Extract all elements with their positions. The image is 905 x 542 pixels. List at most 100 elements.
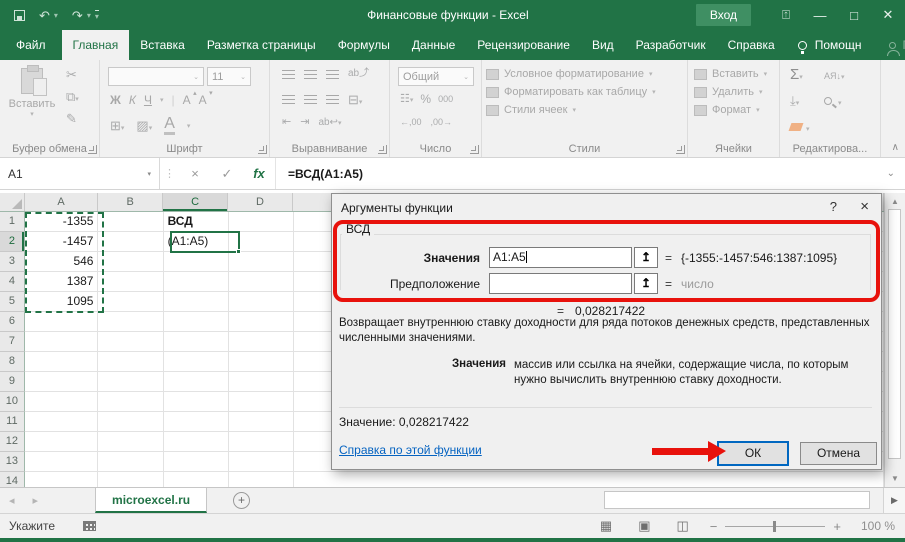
zoom-level[interactable]: 100 % (849, 519, 895, 533)
sign-in-button[interactable]: Вход (696, 4, 751, 26)
zoom-out-icon[interactable]: − (702, 519, 726, 534)
copy-icon[interactable]: ⧉▾ (66, 90, 79, 103)
autosum-button[interactable]: Σ▾ (790, 66, 824, 84)
wrap-text-icon[interactable]: ab↩▾ (318, 118, 341, 128)
cell-C6[interactable] (164, 312, 229, 332)
format-painter-icon[interactable]: ✎ (66, 112, 77, 125)
column-header-C[interactable]: C (163, 193, 228, 211)
cell-A4[interactable]: 1387 (25, 272, 99, 292)
cell-A1[interactable]: -1355 (25, 212, 99, 232)
cell-C9[interactable] (164, 372, 229, 392)
cell-B9[interactable] (98, 372, 163, 392)
tab-developer[interactable]: Разработчик (625, 30, 717, 60)
name-box[interactable]: A1 ▾ (0, 158, 160, 189)
cell-D7[interactable] (229, 332, 294, 352)
vertical-scrollbar-thumb[interactable] (888, 209, 901, 459)
tab-formulas[interactable]: Формулы (327, 30, 401, 60)
number-dialog-launcher-icon[interactable] (470, 145, 479, 154)
align-bottom-icon[interactable] (326, 70, 339, 79)
align-left-icon[interactable] (282, 95, 295, 104)
cell-D14[interactable] (229, 472, 294, 487)
cell-A13[interactable] (25, 452, 99, 472)
cell-C14[interactable] (164, 472, 229, 487)
cell-A2[interactable]: -1457 (25, 232, 99, 252)
confirm-entry-icon[interactable]: ✓ (211, 166, 243, 182)
row-header-14[interactable]: 14 (0, 472, 25, 487)
values-arg-input[interactable]: A1:A5 (489, 247, 632, 268)
cell-D9[interactable] (229, 372, 294, 392)
cell-C12[interactable] (164, 432, 229, 452)
italic-button[interactable]: К (129, 93, 136, 107)
page-layout-view-icon[interactable]: ▣ (625, 518, 663, 534)
tab-insert[interactable]: Вставка (129, 30, 196, 60)
values-range-picker-icon[interactable]: ↥ (634, 247, 658, 268)
qat-customize-icon[interactable]: ▾ (95, 10, 99, 21)
cell-D12[interactable] (229, 432, 294, 452)
font-name-combo[interactable]: ⌄ (108, 67, 204, 86)
row-header-4[interactable]: 4 (0, 272, 25, 292)
zoom-in-icon[interactable]: + (825, 519, 849, 534)
cell-B8[interactable] (98, 352, 163, 372)
grow-font-button[interactable]: А▴ (183, 93, 191, 107)
cell-B6[interactable] (98, 312, 163, 332)
cancel-entry-icon[interactable]: × (179, 166, 211, 181)
row-header-5[interactable]: 5 (0, 292, 25, 312)
normal-view-icon[interactable]: ▦ (587, 518, 625, 534)
cell-D8[interactable] (229, 352, 294, 372)
merge-center-icon[interactable]: ⊟▾ (348, 93, 362, 106)
cell-B3[interactable] (98, 252, 163, 272)
cell-A8[interactable] (25, 352, 99, 372)
cell-D10[interactable] (229, 392, 294, 412)
sheet-prev-icon[interactable]: ◂ (0, 488, 24, 513)
redo-icon[interactable]: ↷ (72, 9, 83, 22)
align-top-icon[interactable] (282, 70, 295, 79)
styles-dialog-launcher-icon[interactable] (676, 145, 685, 154)
cell-C7[interactable] (164, 332, 229, 352)
insert-function-icon[interactable]: fx (243, 166, 275, 181)
cell-A11[interactable] (25, 412, 99, 432)
align-center-icon[interactable] (304, 95, 317, 104)
find-select-button[interactable]: ▾ (824, 92, 854, 110)
row-header-11[interactable]: 11 (0, 412, 25, 432)
cell-A5[interactable]: 1095 (25, 292, 99, 312)
scroll-up-icon[interactable]: ▲ (885, 197, 905, 206)
ok-button[interactable]: ОК (717, 441, 789, 466)
percent-style-button[interactable]: % (420, 93, 431, 105)
cell-D11[interactable] (229, 412, 294, 432)
cell-D4[interactable] (229, 272, 294, 292)
cell-A10[interactable] (25, 392, 99, 412)
tab-page-layout[interactable]: Разметка страницы (196, 30, 327, 60)
cell-B5[interactable] (98, 292, 163, 312)
align-middle-icon[interactable] (304, 70, 317, 79)
expand-formula-bar-icon[interactable]: ⌄ (887, 168, 905, 179)
insert-cells-button[interactable]: Вставить ▾ (688, 65, 779, 83)
orientation-icon[interactable]: ab⤴ (348, 69, 369, 79)
increase-decimal-icon[interactable]: ←,00 (400, 118, 422, 127)
guess-range-picker-icon[interactable]: ↥ (634, 273, 658, 294)
decrease-indent-icon[interactable]: ⇤ (282, 117, 291, 128)
font-size-combo[interactable]: 11⌄ (207, 67, 251, 86)
cell-A14[interactable] (25, 472, 99, 487)
cell-C1[interactable]: ВСД (164, 212, 229, 232)
row-header-10[interactable]: 10 (0, 392, 25, 412)
decrease-decimal-icon[interactable]: ,00→ (431, 118, 453, 127)
cell-D13[interactable] (229, 452, 294, 472)
column-header-A[interactable]: A (25, 193, 98, 211)
macro-record-icon[interactable] (83, 521, 96, 531)
clear-button[interactable]: ▾ (790, 118, 824, 136)
zoom-slider[interactable] (725, 526, 825, 527)
cell-A6[interactable] (25, 312, 99, 332)
maximize-button[interactable]: □ (837, 0, 871, 30)
cell-C5[interactable] (164, 292, 229, 312)
cell-styles-button[interactable]: Стили ячеек ▾ (482, 101, 687, 119)
cell-B7[interactable] (98, 332, 163, 352)
cell-D2[interactable] (229, 232, 294, 252)
save-icon[interactable] (14, 10, 25, 21)
cell-B14[interactable] (98, 472, 163, 487)
cell-E14[interactable] (294, 472, 884, 487)
share-button[interactable]: Поделиться (873, 30, 905, 60)
fill-button[interactable]: ⤓▾ (790, 92, 824, 110)
cell-C13[interactable] (164, 452, 229, 472)
cell-B1[interactable] (98, 212, 163, 232)
align-right-icon[interactable] (326, 95, 339, 104)
